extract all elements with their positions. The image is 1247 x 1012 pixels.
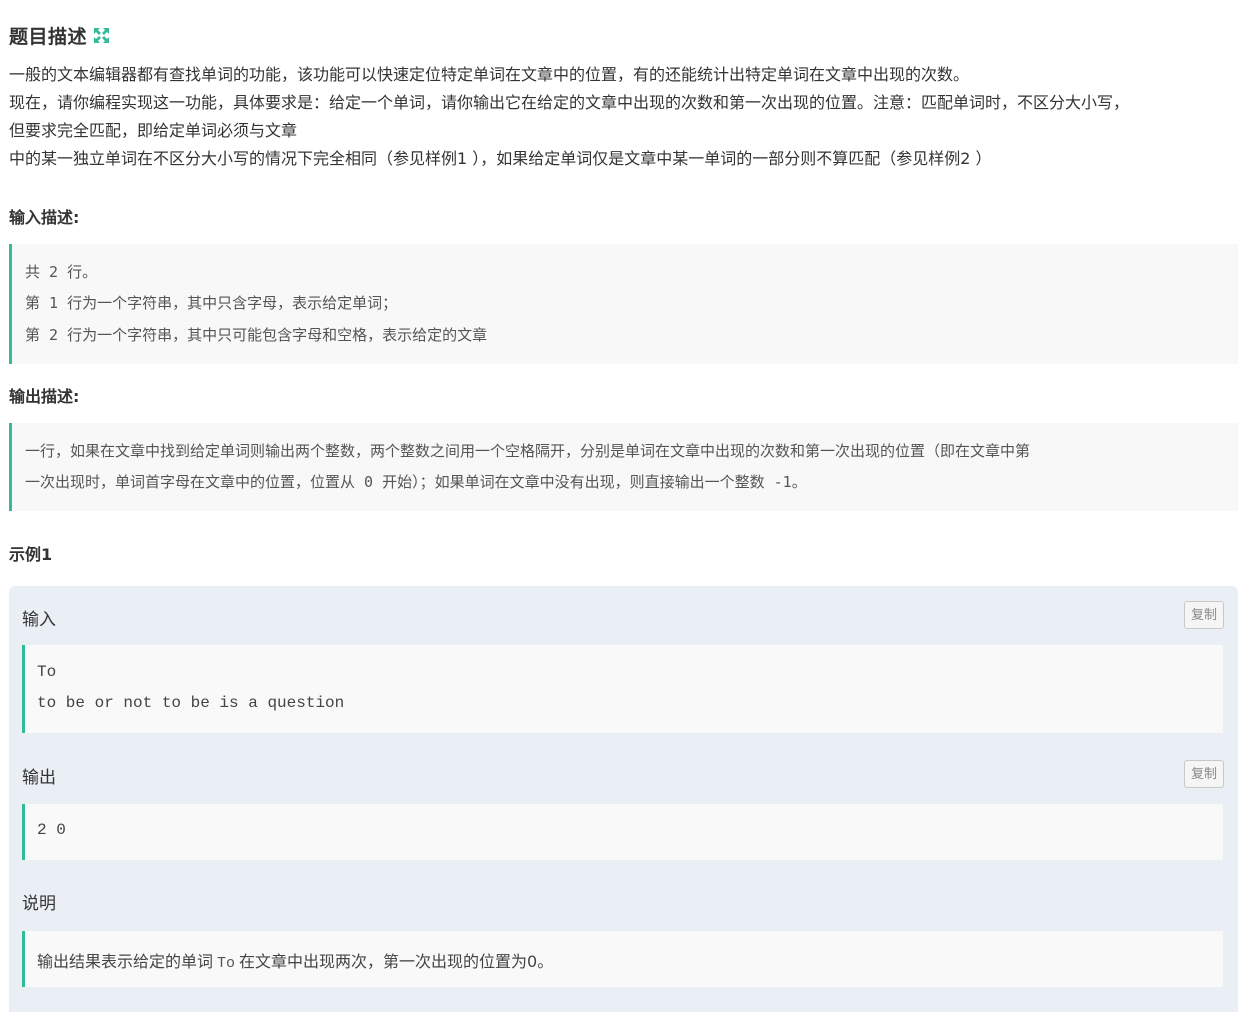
page-title: 题目描述 [9, 25, 88, 48]
example-explain-box: 输出结果表示给定的单词 To 在文章中出现两次，第一次出现的位置为0。 [22, 931, 1223, 987]
title-row: 题目描述 [9, 21, 110, 49]
explain-inline-code: To [217, 955, 236, 972]
description-line: 但要求完全匹配，即给定单词必须与文章 [9, 121, 298, 140]
example-input-box: To to be or not to be is a question [22, 645, 1223, 733]
input-description-line: 第 1 行为一个字符串，其中只含字母，表示给定单词； [25, 294, 398, 312]
example-input-label: 输入 [22, 610, 56, 630]
copy-input-button[interactable]: 复制 [1184, 601, 1224, 629]
example-input-line: to be or not to be is a question [37, 694, 345, 712]
explain-text-before: 输出结果表示给定的单词 [37, 952, 214, 971]
input-description-line: 共 2 行。 [25, 263, 98, 281]
example-title: 示例1 [9, 545, 53, 564]
input-description-block: 共 2 行。 第 1 行为一个字符串，其中只含字母，表示给定单词； 第 2 行为… [9, 244, 1238, 364]
explain-text-after: 在文章中出现两次，第一次出现的位置为0。 [239, 952, 554, 971]
description-line: 一般的文本编辑器都有查找单词的功能，该功能可以快速定位特定单词在文章中的位置，有… [9, 65, 970, 84]
output-description-line: 一行，如果在文章中找到给定单词则输出两个整数，两个整数之间用一个空格隔开，分别是… [25, 442, 1031, 460]
input-description-line: 第 2 行为一个字符串，其中只可能包含字母和空格，表示给定的文章 [25, 326, 488, 344]
output-description-title: 输出描述: [9, 387, 80, 406]
description-line: 中的某一独立单词在不区分大小写的情况下完全相同（参见样例1 ），如果给定单词仅是… [9, 149, 992, 168]
example-output-box: 2 0 [22, 804, 1223, 860]
example-panel: 输入 复制 To to be or not to be is a questio… [9, 586, 1238, 1012]
output-description-block: 一行，如果在文章中找到给定单词则输出两个整数，两个整数之间用一个空格隔开，分别是… [9, 423, 1238, 511]
example-explain-line: 输出结果表示给定的单词 To 在文章中出现两次，第一次出现的位置为0。 [37, 948, 553, 972]
output-description-line: 一次出现时，单词首字母在文章中的位置，位置从 0 开始）；如果单词在文章中没有出… [25, 473, 807, 491]
expand-arrows-icon[interactable] [93, 27, 110, 44]
example-output-line: 2 0 [37, 821, 66, 839]
example-input-line: To [37, 663, 57, 681]
example-output-label: 输出 [22, 768, 56, 788]
copy-output-button[interactable]: 复制 [1184, 760, 1224, 788]
example-explain-label: 说明 [22, 894, 56, 914]
input-description-title: 输入描述: [9, 208, 80, 227]
description-line: 现在，请你编程实现这一功能，具体要求是：给定一个单词，请你输出它在给定的文章中出… [9, 93, 1130, 112]
